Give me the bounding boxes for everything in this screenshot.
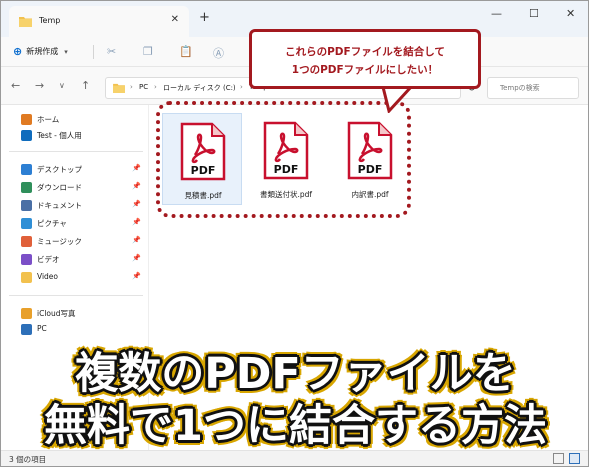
folder-icon	[113, 83, 125, 93]
pin-icon[interactable]: 📌	[132, 164, 141, 172]
pin-icon[interactable]: 📌	[132, 254, 141, 262]
sidebar-divider	[9, 151, 143, 152]
back-arrow-icon[interactable]: ←	[11, 79, 20, 92]
breadcrumb-local-disk[interactable]: ローカル ディスク (C:)	[163, 83, 236, 93]
rename-icon[interactable]: Ⓐ	[213, 45, 224, 61]
close-tab-icon[interactable]: ✕	[171, 14, 179, 25]
breadcrumb-pc[interactable]: PC	[139, 83, 148, 91]
explorer-window: Temp ✕ + — ☐ ✕ ⊕ 新規作成 ▾ ✂ ❐ 📋 Ⓐ ← → ∨ ↑ …	[0, 0, 589, 467]
sidebar-item-label: Test - 個人用	[37, 131, 82, 140]
sidebar-item-label: ドキュメント	[37, 201, 82, 210]
sidebar-item[interactable]: iCloud写真	[1, 305, 149, 322]
search-input[interactable]: Tempの検索	[487, 77, 579, 99]
sidebar-item-label: Video	[37, 272, 59, 281]
videos-icon	[21, 254, 32, 265]
tab-title: Temp	[39, 16, 61, 25]
pc-icon	[21, 324, 32, 335]
sidebar-item[interactable]: Video 📌	[1, 269, 149, 286]
toolbar-divider	[93, 45, 94, 59]
home-icon	[21, 114, 32, 125]
recent-chevron-icon[interactable]: ∨	[59, 81, 65, 90]
sidebar-item-label: iCloud写真	[37, 309, 76, 318]
sidebar-item[interactable]: Test - 個人用	[1, 127, 149, 144]
folder-icon	[21, 272, 32, 283]
sidebar-item-label: デスクトップ	[37, 165, 82, 174]
sidebar-item[interactable]: ビデオ 📌	[1, 251, 149, 268]
music-icon	[21, 236, 32, 247]
sidebar-item[interactable]: PC	[1, 321, 149, 338]
callout-box: これらのPDFファイルを結合して 1つのPDFファイルにしたい！	[249, 29, 481, 89]
pin-icon[interactable]: 📌	[132, 182, 141, 190]
tab-temp[interactable]: Temp ✕	[9, 6, 189, 37]
sidebar-item-label: ミュージック	[37, 237, 82, 246]
new-button-label: 新規作成	[26, 47, 59, 56]
breadcrumb-separator: ›	[154, 83, 157, 91]
search-placeholder: Tempの検索	[500, 84, 540, 92]
sidebar-item[interactable]: デスクトップ 📌	[1, 161, 149, 178]
desktop-icon	[21, 164, 32, 175]
plus-icon: ⊕	[13, 45, 23, 58]
pin-icon[interactable]: 📌	[132, 218, 141, 226]
minimize-button[interactable]: —	[491, 7, 502, 20]
sidebar-item[interactable]: ミュージック 📌	[1, 233, 149, 250]
callout-line-1: これらのPDFファイルを結合して	[285, 46, 445, 58]
cut-icon[interactable]: ✂	[107, 45, 116, 58]
sidebar-item[interactable]: ダウンロード 📌	[1, 179, 149, 196]
pictures-icon	[21, 218, 32, 229]
pin-icon[interactable]: 📌	[132, 236, 141, 244]
forward-arrow-icon[interactable]: →	[35, 79, 44, 92]
breadcrumb-separator: ›	[130, 83, 133, 91]
sidebar-item-label: PC	[37, 324, 47, 333]
sidebar-item[interactable]: ピクチャ 📌	[1, 215, 149, 232]
sidebar-item-label: ダウンロード	[37, 183, 82, 192]
callout-line-2: 1つのPDFファイルにしたい！	[291, 64, 439, 76]
sidebar-item[interactable]: ホーム	[1, 111, 149, 128]
highlight-frame	[156, 101, 411, 218]
tiles-view-icon[interactable]	[569, 453, 580, 464]
breadcrumb-separator: ›	[240, 83, 243, 91]
pin-icon[interactable]: 📌	[132, 272, 141, 280]
new-tab-button[interactable]: +	[199, 10, 210, 25]
download-icon	[21, 182, 32, 193]
new-button[interactable]: ⊕ 新規作成 ▾	[13, 45, 68, 58]
callout-pointer	[381, 87, 414, 113]
sidebar-divider	[9, 295, 143, 296]
sidebar-item[interactable]: ドキュメント 📌	[1, 197, 149, 214]
sidebar-item-label: ピクチャ	[37, 219, 67, 228]
folder-icon	[19, 17, 32, 27]
sidebar-item-label: ビデオ	[37, 255, 60, 264]
item-count: 3 個の項目	[9, 455, 47, 464]
copy-icon[interactable]: ❐	[143, 45, 153, 58]
chevron-down-icon: ▾	[64, 47, 68, 56]
up-arrow-icon[interactable]: ↑	[81, 79, 90, 92]
pin-icon[interactable]: 📌	[132, 200, 141, 208]
cloud-icon	[21, 130, 32, 141]
close-window-button[interactable]: ✕	[566, 7, 575, 20]
details-view-icon[interactable]	[553, 453, 564, 464]
paste-icon[interactable]: 📋	[179, 45, 193, 58]
maximize-button[interactable]: ☐	[529, 7, 539, 20]
sidebar-item-label: ホーム	[37, 115, 60, 124]
icloud-photos-icon	[21, 308, 32, 319]
headline-line-2: 無料で1つに結合する方法	[44, 401, 547, 451]
documents-icon	[21, 200, 32, 211]
